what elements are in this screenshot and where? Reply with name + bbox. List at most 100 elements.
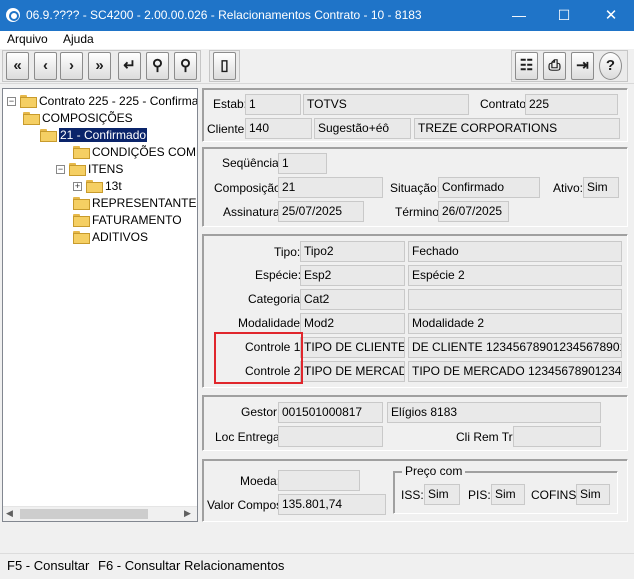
folder-open-icon <box>69 163 86 176</box>
composicao-field[interactable]: 21 <box>278 177 383 198</box>
termino-label: Término: <box>395 205 443 219</box>
horizontal-scrollbar[interactable]: ◀ ▶ <box>3 506 197 521</box>
termino-field[interactable]: 26/07/2025 <box>438 201 509 222</box>
scrollbar-thumb[interactable] <box>20 509 148 519</box>
estab-name-field[interactable]: TOTVS <box>303 94 469 115</box>
tree-structure-button[interactable]: ☷ <box>515 52 538 80</box>
modalidade-desc-field[interactable]: Modalidade 2 <box>408 313 622 334</box>
scroll-left-icon[interactable]: ◀ <box>6 508 13 519</box>
folder-icon <box>73 214 90 227</box>
folder-icon <box>73 146 90 159</box>
categoria-field[interactable]: Cat2 <box>300 289 405 310</box>
help-button[interactable]: ? <box>599 52 622 80</box>
tree-node-label: 13t <box>105 179 122 193</box>
search-button[interactable]: ⚲ <box>146 52 169 80</box>
toolbar: « ‹ › » ↵ ⚲ ⚲ ▯ ☷ ⎙ ⇥ ? <box>0 49 634 84</box>
iss-label: ISS: <box>401 488 424 502</box>
tree-node-label: ITENS <box>88 162 124 176</box>
assinatura-label: Assinatura: <box>223 205 284 219</box>
contrato-field[interactable]: 225 <box>525 94 618 115</box>
cli-rem-tri-label: Cli Rem Tri: <box>456 430 519 444</box>
cli-rem-tri-field[interactable] <box>513 426 601 447</box>
status-f5-consultar[interactable]: F5 - Consultar <box>7 558 89 573</box>
controle2-desc-field[interactable]: TIPO DE MERCADO 12345678901234567890 <box>408 361 622 382</box>
tree-node-additives[interactable]: ADITIVOS <box>73 229 148 245</box>
gestor-name-field[interactable]: Elígios 8183 <box>387 402 601 423</box>
next-record-button[interactable]: › <box>60 52 83 80</box>
especie-field[interactable]: Esp2 <box>300 265 405 286</box>
collapse-icon[interactable]: − <box>56 165 65 174</box>
tree-node-composition[interactable]: 21 - Confirmado <box>40 127 148 143</box>
estab-label: Estab: <box>213 97 248 111</box>
search-key-button[interactable]: ⚲ <box>174 52 197 80</box>
controle2-field[interactable]: TIPO DE MERCADO <box>300 361 405 382</box>
tree-node-label: CONDIÇÕES COMERCIAIS <box>92 145 197 159</box>
tipo-field[interactable]: Tipo2 <box>300 241 405 262</box>
tree-node-items[interactable]: − ITENS <box>56 161 123 177</box>
tipo-desc-field[interactable]: Fechado <box>408 241 622 262</box>
pis-field[interactable]: Sim <box>491 484 525 505</box>
minimize-button[interactable]: — <box>496 0 542 31</box>
composicao-label: Composição: <box>214 181 285 195</box>
status-f6-consultar-relacionamentos[interactable]: F6 - Consultar Relacionamentos <box>98 558 284 573</box>
tree-node-label: Contrato 225 - 225 - Confirmado <box>39 94 198 108</box>
cliente-short-field[interactable]: Sugestão+éô <box>314 118 411 139</box>
highlight-box <box>214 332 303 384</box>
modalidade-label: Modalidade: <box>238 316 304 330</box>
tree-node-label: REPRESENTANTES <box>92 196 198 210</box>
gestor-field[interactable]: 001501000817 <box>278 402 383 423</box>
close-button[interactable]: ✕ <box>588 0 634 31</box>
exit-button[interactable]: ⇥ <box>571 52 594 80</box>
new-document-button[interactable]: ▯ <box>213 52 236 80</box>
assinatura-field[interactable]: 25/07/2025 <box>278 201 364 222</box>
moeda-field[interactable] <box>278 470 360 491</box>
ativo-label: Ativo: <box>553 181 584 195</box>
cliente-name-field[interactable]: TREZE CORPORATIONS <box>414 118 620 139</box>
controle1-desc-field[interactable]: DE CLIENTE 12345678901234567890123 <box>408 337 622 358</box>
sequencia-label: Seqüência: <box>222 156 283 170</box>
tree-node-item[interactable]: +13t <box>73 178 122 194</box>
sequencia-field[interactable]: 1 <box>278 153 327 174</box>
tree-node-billing[interactable]: FATURAMENTO <box>73 212 182 228</box>
estab-field[interactable]: 1 <box>245 94 301 115</box>
ativo-field[interactable]: Sim <box>583 177 619 198</box>
categoria-desc-field[interactable] <box>408 289 622 310</box>
menu-ajuda[interactable]: Ajuda <box>63 32 94 46</box>
tree-node-label-selected: 21 - Confirmado <box>59 128 148 142</box>
valor-compos-field[interactable]: 135.801,74 <box>278 494 386 515</box>
menu-arquivo[interactable]: Arquivo <box>7 32 48 46</box>
tree-node-representatives[interactable]: REPRESENTANTES <box>73 195 198 211</box>
print-button[interactable]: ⎙ <box>543 52 566 80</box>
window-title: 06.9.???? - SC4200 - 2.00.00.026 - Relac… <box>26 8 422 22</box>
collapse-icon[interactable]: − <box>7 97 16 106</box>
cofins-field[interactable]: Sim <box>576 484 610 505</box>
folder-icon <box>73 197 90 210</box>
scroll-right-icon[interactable]: ▶ <box>184 508 191 519</box>
folder-icon <box>86 180 103 193</box>
previous-record-button[interactable]: ‹ <box>34 52 57 80</box>
goto-button[interactable]: ↵ <box>118 52 141 80</box>
folder-open-icon <box>40 129 57 142</box>
tree-node-conditions[interactable]: CONDIÇÕES COMERCIAIS <box>73 144 197 160</box>
modalidade-field[interactable]: Mod2 <box>300 313 405 334</box>
situacao-field[interactable]: Confirmado <box>438 177 540 198</box>
maximize-button[interactable]: ☐ <box>541 0 587 31</box>
tree-node-contract[interactable]: − Contrato 225 - 225 - Confirmado <box>7 93 198 109</box>
moeda-label: Moeda: <box>240 474 281 488</box>
loc-entrega-field[interactable] <box>278 426 383 447</box>
status-bar: F5 - Consultar F6 - Consultar Relacionam… <box>0 553 634 579</box>
folder-icon <box>73 231 90 244</box>
controle1-field[interactable]: TIPO DE CLIENTE <box>300 337 405 358</box>
tree-node-label: COMPOSIÇÕES <box>42 111 133 125</box>
cliente-field[interactable]: 140 <box>245 118 312 139</box>
last-record-button[interactable]: » <box>88 52 111 80</box>
cofins-label: COFINS: <box>531 488 580 502</box>
expand-icon[interactable]: + <box>73 182 82 191</box>
iss-field[interactable]: Sim <box>424 484 460 505</box>
preco-com-label: Preço com <box>402 464 466 478</box>
especie-desc-field[interactable]: Espécie 2 <box>408 265 622 286</box>
gestor-label: Gestor: <box>241 405 281 419</box>
title-bar: 06.9.???? - SC4200 - 2.00.00.026 - Relac… <box>0 0 634 31</box>
first-record-button[interactable]: « <box>6 52 29 80</box>
tree-node-compositions[interactable]: COMPOSIÇÕES <box>23 110 133 126</box>
